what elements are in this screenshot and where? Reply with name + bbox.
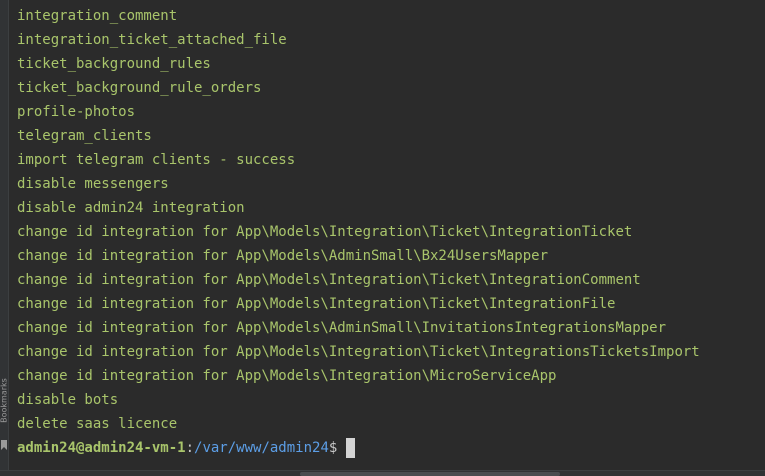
terminal-window[interactable]: Bookmarks integration_comment integration… xyxy=(0,0,765,476)
terminal-output-line: integration_comment xyxy=(17,8,178,24)
bookmarks-tool-strip[interactable]: Bookmarks xyxy=(0,0,9,476)
terminal-output-line: telegram_clients xyxy=(17,128,152,144)
terminal-output-line: change id integration for App\Models\Int… xyxy=(17,224,633,240)
terminal-output-line: change id integration for App\Models\Int… xyxy=(17,344,700,360)
terminal-output-line: integration_ticket_attached_file xyxy=(17,32,287,48)
terminal-output-line: disable admin24 integration xyxy=(17,200,245,216)
prompt-separator: : xyxy=(185,440,195,456)
terminal-output-line: delete saas licence xyxy=(17,416,178,432)
terminal-output-line: ticket_background_rules xyxy=(17,56,211,72)
prompt-path: /var/www/admin24 xyxy=(194,440,329,456)
terminal-output-line: change id integration for App\Models\Int… xyxy=(17,272,641,288)
terminal-output-line: ticket_background_rule_orders xyxy=(17,80,262,96)
terminal-output-line: change id integration for App\Models\Adm… xyxy=(17,320,667,336)
terminal-output-line: change id integration for App\Models\Adm… xyxy=(17,248,549,264)
prompt-symbol: $ xyxy=(328,440,338,456)
horizontal-scrollbar[interactable] xyxy=(0,470,765,476)
bookmark-icon[interactable] xyxy=(1,440,7,450)
terminal-output-line: disable messengers xyxy=(17,176,169,192)
terminal-output-line: change id integration for App\Models\Int… xyxy=(17,368,557,384)
shell-prompt[interactable]: admin24@admin24-vm-1 : /var/www/admin24 … xyxy=(17,436,356,460)
bookmarks-label[interactable]: Bookmarks xyxy=(0,375,9,427)
scrollbar-thumb[interactable] xyxy=(300,472,560,476)
text-cursor[interactable] xyxy=(346,438,356,458)
terminal-output-line: change id integration for App\Models\Int… xyxy=(17,296,616,312)
terminal-output-line: disable bots xyxy=(17,392,119,408)
terminal-output-line: import telegram clients - success xyxy=(17,152,296,168)
terminal-output-line: profile-photos xyxy=(17,104,136,120)
prompt-user-host: admin24@admin24-vm-1 xyxy=(17,440,186,456)
terminal-output: integration_comment integration_ticket_at… xyxy=(17,4,700,436)
